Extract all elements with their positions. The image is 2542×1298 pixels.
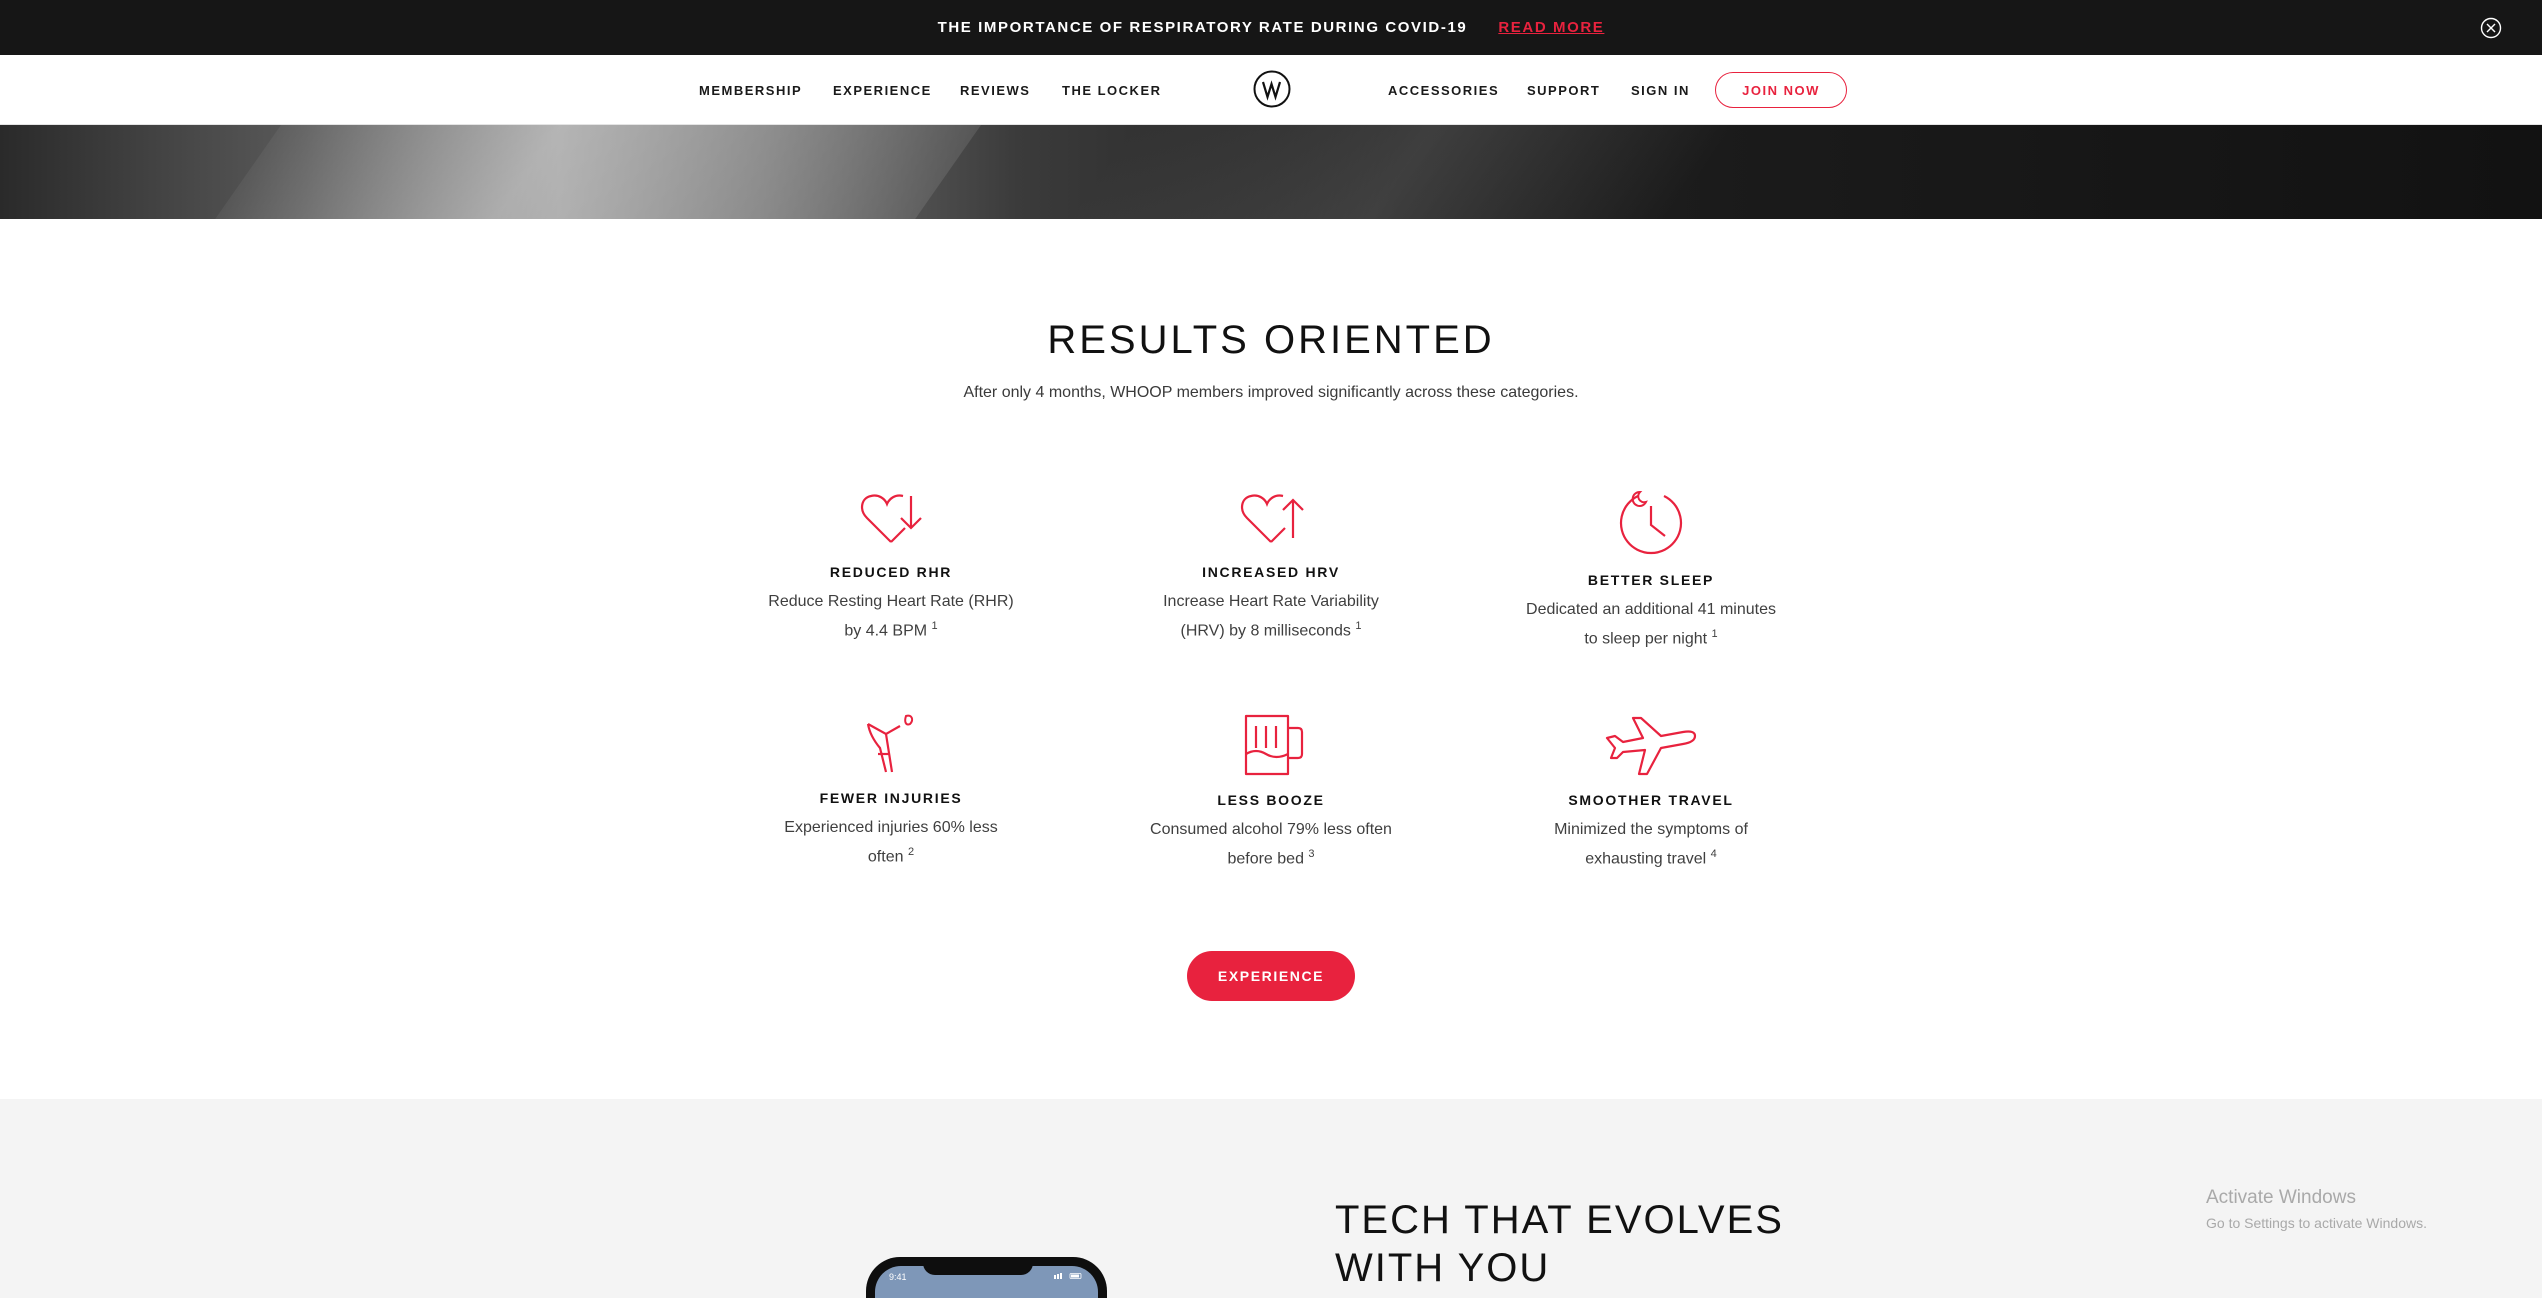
- tech-title: TECH THAT EVOLVES WITH YOU: [1335, 1196, 1935, 1292]
- feature-title: SMOOTHER TRAVEL: [1568, 792, 1734, 808]
- nav-support[interactable]: SUPPORT: [1527, 55, 1600, 125]
- beer-mug-icon: [1244, 714, 1304, 776]
- nav-experience[interactable]: EXPERIENCE: [833, 55, 932, 125]
- feature-description: Increase Heart Rate Variability (HRV) by…: [1131, 590, 1411, 643]
- announcement-bar: THE IMPORTANCE OF RESPIRATORY RATE DURIN…: [0, 0, 2542, 55]
- watermark-title: Activate Windows: [2206, 1187, 2356, 1208]
- feature-desc-line: Experienced injuries 60% less: [784, 819, 998, 836]
- nav-accessories[interactable]: ACCESSORIES: [1388, 55, 1499, 125]
- tech-title-line: WITH YOU: [1335, 1246, 1551, 1290]
- watermark-subtitle: Go to Settings to activate Windows.: [2206, 1215, 2427, 1231]
- feature-title: INCREASED HRV: [1202, 564, 1340, 580]
- feature-desc-line: Minimized the symptoms of: [1554, 821, 1748, 838]
- feature-description: Minimized the symptoms of exhausting tra…: [1511, 818, 1791, 871]
- hero-highlight: [1050, 125, 1750, 219]
- results-title: RESULTS ORIENTED: [1047, 318, 1495, 362]
- phone-time: 9:41: [889, 1272, 907, 1282]
- feature-description: Reduce Resting Heart Rate (RHR) by 4.4 B…: [751, 590, 1031, 643]
- feature-desc-line: Reduce Resting Heart Rate (RHR): [768, 593, 1014, 610]
- whoop-logo-icon[interactable]: [1253, 70, 1291, 108]
- feature-desc-line: to sleep per night: [1584, 630, 1708, 648]
- feature-reduced-rhr: REDUCED RHR Reduce Resting Heart Rate (R…: [751, 488, 1031, 643]
- feature-desc-line: by 4.4 BPM: [844, 622, 928, 640]
- feature-desc-line: Consumed alcohol 79% less often: [1150, 821, 1392, 838]
- feature-desc-line: Increase Heart Rate Variability: [1163, 593, 1379, 610]
- phone-notch: [923, 1257, 1033, 1275]
- feature-desc-line: often: [867, 848, 904, 866]
- airplane-icon: [1605, 716, 1697, 776]
- feature-title: BETTER SLEEP: [1587, 572, 1715, 588]
- hero-highlight: [210, 125, 1010, 219]
- close-icon[interactable]: [2480, 17, 2502, 39]
- crutch-icon: [866, 714, 914, 773]
- nav-sign-in[interactable]: SIGN IN: [1631, 55, 1690, 125]
- footnote-ref: 1: [931, 620, 938, 632]
- nav-membership[interactable]: MEMBERSHIP: [699, 55, 802, 125]
- results-subtitle: After only 4 months, WHOOP members impro…: [963, 384, 1579, 401]
- nav-reviews[interactable]: REVIEWS: [960, 55, 1030, 125]
- main-nav: MEMBERSHIP EXPERIENCE REVIEWS THE LOCKER…: [0, 55, 2542, 125]
- battery-icon: [1054, 1273, 1082, 1279]
- footnote-ref: 4: [1710, 848, 1717, 860]
- feature-description: Consumed alcohol 79% less often before b…: [1131, 818, 1411, 871]
- feature-description: Experienced injuries 60% less often 2: [751, 816, 1031, 869]
- footnote-ref: 1: [1355, 620, 1362, 632]
- clock-moon-icon: [1619, 490, 1683, 555]
- tech-section: [0, 1099, 2542, 1298]
- nav-the-locker[interactable]: THE LOCKER: [1062, 55, 1162, 125]
- feature-desc-line: exhausting travel: [1585, 850, 1707, 868]
- footnote-ref: 2: [907, 846, 915, 858]
- phone-mockup: 9:41: [866, 1257, 1107, 1298]
- heart-down-icon: [861, 494, 922, 543]
- feature-title: LESS BOOZE: [1217, 792, 1325, 808]
- announcement-text: THE IMPORTANCE OF RESPIRATORY RATE DURIN…: [937, 19, 1468, 36]
- feature-smoother-travel: SMOOTHER TRAVEL Minimized the symptoms o…: [1511, 712, 1791, 871]
- feature-fewer-injuries: FEWER INJURIES Experienced injuries 60% …: [751, 712, 1031, 869]
- footnote-ref: 1: [1711, 628, 1718, 640]
- tech-title-line: TECH THAT EVOLVES: [1335, 1198, 1784, 1242]
- footnote-ref: 3: [1308, 848, 1315, 860]
- feature-desc-line: Dedicated an additional 41 minutes: [1526, 601, 1776, 618]
- feature-desc-line: before bed: [1227, 850, 1304, 868]
- feature-better-sleep: BETTER SLEEP Dedicated an additional 41 …: [1511, 488, 1791, 651]
- hero-image: [0, 125, 2542, 219]
- experience-button[interactable]: EXPERIENCE: [1187, 951, 1355, 1001]
- windows-activation-watermark: Activate Windows Go to Settings to activ…: [2206, 1187, 2427, 1231]
- feature-increased-hrv: INCREASED HRV Increase Heart Rate Variab…: [1131, 488, 1411, 643]
- feature-title: FEWER INJURIES: [819, 790, 963, 806]
- heart-up-icon: [1241, 494, 1304, 543]
- feature-desc-line: (HRV) by 8 milliseconds: [1180, 622, 1351, 640]
- read-more-link[interactable]: READ MORE: [1498, 19, 1604, 36]
- feature-title: REDUCED RHR: [829, 564, 953, 580]
- feature-description: Dedicated an additional 41 minutes to sl…: [1511, 598, 1791, 651]
- join-now-button[interactable]: JOIN NOW: [1715, 72, 1847, 108]
- feature-less-booze: LESS BOOZE Consumed alcohol 79% less oft…: [1131, 712, 1411, 871]
